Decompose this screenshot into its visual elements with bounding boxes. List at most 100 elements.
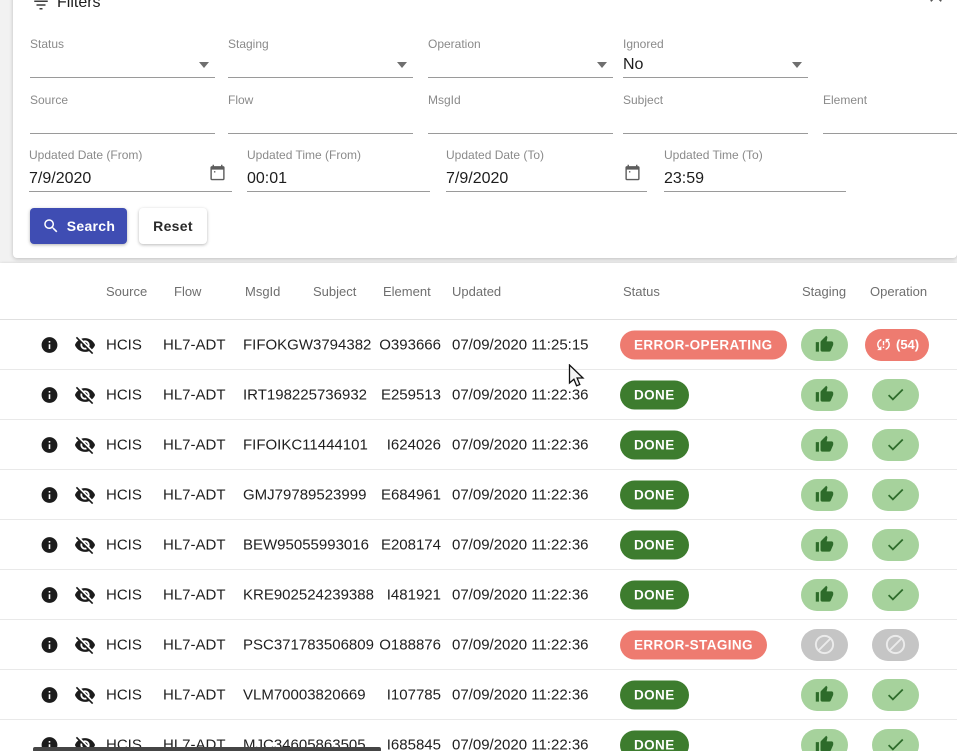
filter-time-from[interactable]: Updated Time (From) 00:01 xyxy=(247,146,430,192)
horizontal-scrollbar-thumb[interactable] xyxy=(33,747,381,751)
cell-element: I107785 xyxy=(351,686,441,703)
filter-input-msgid[interactable]: MsgId xyxy=(428,89,613,134)
filter-select-status[interactable]: Status xyxy=(30,33,215,78)
cell-element: O188876 xyxy=(351,636,441,653)
status-badge-wrap: ERROR-OPERATING xyxy=(620,330,787,359)
filter-date-from[interactable]: Updated Date (From) 7/9/2020 xyxy=(29,146,232,192)
filter-date-to[interactable]: Updated Date (To) 7/9/2020 xyxy=(446,146,647,192)
staging-action-button[interactable] xyxy=(801,529,848,561)
operation-action-button[interactable] xyxy=(872,529,919,561)
cell-flow: HL7-ADT xyxy=(163,536,226,553)
table-row: HCISHL7-ADTKRE902524239388I48192107/09/2… xyxy=(0,570,957,620)
check-icon xyxy=(885,584,906,605)
calendar-icon[interactable] xyxy=(209,164,226,186)
info-icon xyxy=(40,535,59,554)
status-badge-wrap: DONE xyxy=(620,580,689,609)
operation-action-button[interactable] xyxy=(872,479,919,511)
calendar-icon[interactable] xyxy=(624,164,641,186)
reset-button-label: Reset xyxy=(153,218,193,234)
check-icon xyxy=(885,534,906,555)
field-label: Flow xyxy=(228,93,253,107)
staging-action-button[interactable] xyxy=(801,379,848,411)
field-label: Updated Time (To) xyxy=(664,148,763,162)
operation-action-button[interactable] xyxy=(872,379,919,411)
check-icon xyxy=(885,384,906,405)
row-ignore-button[interactable] xyxy=(74,684,96,706)
field-label: Status xyxy=(30,37,64,51)
staging-action-button[interactable] xyxy=(801,729,848,751)
row-info-button[interactable] xyxy=(40,585,59,604)
table-row: HCISHL7-ADTFIFOKGW3794382O39366607/09/20… xyxy=(0,320,957,370)
column-header-subject: Subject xyxy=(313,284,356,299)
row-ignore-button[interactable] xyxy=(74,534,96,556)
status-badge-wrap: DONE xyxy=(620,430,689,459)
filter-input-flow[interactable]: Flow xyxy=(228,89,413,134)
filter-time-to[interactable]: Updated Time (To) 23:59 xyxy=(664,146,846,192)
staging-action-button[interactable] xyxy=(801,679,848,711)
filter-select-staging[interactable]: Staging xyxy=(228,33,413,78)
table-row: HCISHL7-ADTIRT198225736932E25951307/09/2… xyxy=(0,370,957,420)
field-value: 23:59 xyxy=(664,170,704,188)
cell-element: I624026 xyxy=(351,436,441,453)
cell-element: E684961 xyxy=(351,486,441,503)
row-ignore-button[interactable] xyxy=(74,334,96,356)
field-label: Updated Date (To) xyxy=(446,148,544,162)
staging-action-button[interactable] xyxy=(801,429,848,461)
filter-input-element[interactable]: Element xyxy=(823,89,957,134)
filter-select-ignored[interactable]: Ignored No xyxy=(623,33,808,78)
staging-action-button[interactable] xyxy=(801,479,848,511)
eye-off-icon xyxy=(74,584,96,606)
row-info-button[interactable] xyxy=(40,535,59,554)
table-row: HCIS HL7-ADT GMJ79789523999E684961 07/09/20… xyxy=(0,470,957,520)
operation-retry-button[interactable]: (54) xyxy=(865,329,929,361)
staging-action-button[interactable] xyxy=(801,329,848,361)
thumb-up-icon xyxy=(815,435,834,454)
thumb-up-icon xyxy=(815,735,834,751)
cell-updated: 07/09/2020 11:22:36 xyxy=(452,486,589,503)
cell-source: HCIS xyxy=(106,486,142,503)
search-button[interactable]: Search xyxy=(30,208,127,244)
cell-source: HCIS xyxy=(106,636,142,653)
field-label: Subject xyxy=(623,93,663,107)
staging-action-button[interactable] xyxy=(801,579,848,611)
filter-select-operation[interactable]: Operation xyxy=(428,33,613,78)
table-row: HCISHL7-ADTFIFOIKC11444101I62402607/09/2… xyxy=(0,420,957,470)
row-ignore-button[interactable] xyxy=(74,434,96,456)
row-ignore-button[interactable] xyxy=(74,484,96,506)
operation-action-button[interactable] xyxy=(872,429,919,461)
eye-off-icon xyxy=(74,634,96,656)
operation-action-button xyxy=(872,629,919,661)
cell-source: HCIS xyxy=(106,586,142,603)
reset-button[interactable]: Reset xyxy=(139,208,207,244)
row-info-button[interactable] xyxy=(40,435,59,454)
status-badge-wrap: DONE xyxy=(620,530,689,559)
row-ignore-button[interactable] xyxy=(74,634,96,656)
field-label: Updated Time (From) xyxy=(247,148,361,162)
thumb-up-icon xyxy=(815,535,834,554)
row-ignore-button[interactable] xyxy=(74,384,96,406)
status-badge: DONE xyxy=(620,580,689,609)
thumb-up-icon xyxy=(815,485,834,504)
row-info-button[interactable] xyxy=(40,335,59,354)
operation-action-button[interactable] xyxy=(872,679,919,711)
status-badge-wrap: DONE xyxy=(620,680,689,709)
cell-flow: HL7-ADT xyxy=(163,486,226,503)
status-badge: ERROR-OPERATING xyxy=(620,330,787,359)
close-icon[interactable] xyxy=(926,0,946,11)
row-info-button[interactable] xyxy=(40,635,59,654)
row-info-button[interactable] xyxy=(40,485,59,504)
filter-list-icon xyxy=(32,0,50,19)
operation-action-button[interactable] xyxy=(872,729,919,751)
row-ignore-button[interactable] xyxy=(74,584,96,606)
check-icon xyxy=(885,434,906,455)
filter-input-subject[interactable]: Subject xyxy=(623,89,808,134)
row-info-button[interactable] xyxy=(40,685,59,704)
cell-element: I481921 xyxy=(351,586,441,603)
operation-action-button[interactable] xyxy=(872,579,919,611)
filter-input-source[interactable]: Source xyxy=(30,89,215,134)
status-badge: DONE xyxy=(620,730,689,751)
check-icon xyxy=(885,484,906,505)
row-info-button[interactable] xyxy=(40,385,59,404)
cell-msgid: GMJ79789523999 xyxy=(243,486,366,503)
status-badge: DONE xyxy=(620,380,689,409)
